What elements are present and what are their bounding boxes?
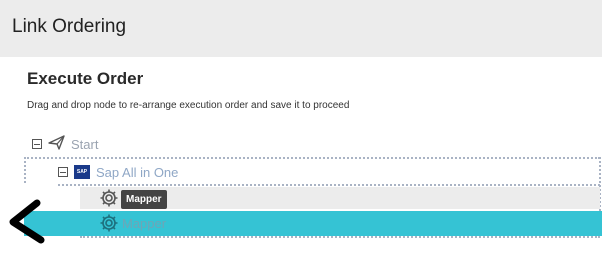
tree-node-label: Mapper — [122, 216, 167, 231]
drop-zone-border — [24, 157, 600, 159]
instructions-text: Drag and drop node to re-arrange executi… — [27, 100, 350, 111]
tooltip: Mapper — [121, 190, 167, 209]
tree-node-start[interactable]: Start — [32, 134, 99, 155]
sap-logo-icon: SAP — [74, 165, 90, 179]
collapse-toggle[interactable] — [58, 167, 68, 177]
tree-node-label: Start — [71, 136, 99, 152]
collapse-toggle[interactable] — [32, 139, 42, 149]
page-title: Link Ordering — [12, 16, 127, 37]
drop-zone-border — [24, 157, 26, 183]
gear-icon — [99, 188, 119, 213]
drop-zone-border — [58, 184, 600, 186]
drop-zone-border — [80, 236, 600, 238]
chevron-left-icon — [5, 198, 45, 251]
page-header: Link Ordering — [0, 0, 602, 57]
section-title: Execute Order — [27, 69, 144, 88]
navigation-arrow-icon — [48, 134, 66, 155]
gear-icon — [99, 213, 119, 238]
tree-node-label: Sap All in One — [96, 164, 179, 180]
tree-node-sap[interactable]: SAP Sap All in One — [58, 163, 178, 181]
